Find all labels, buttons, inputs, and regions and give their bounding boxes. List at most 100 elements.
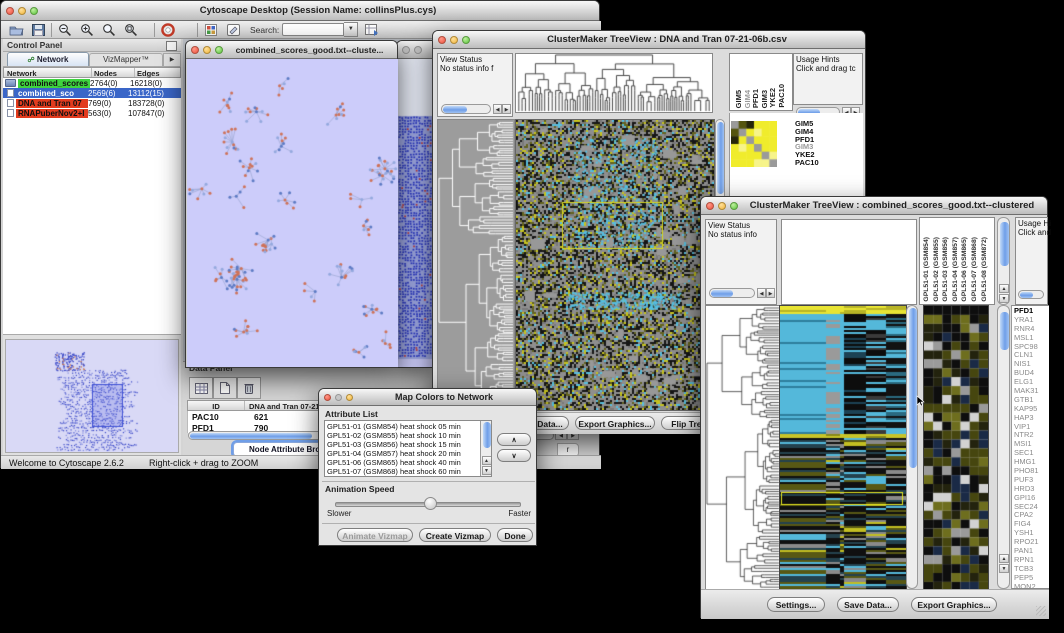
tv1-row-dendrogram[interactable] [437,119,515,411]
save-data-button[interactable]: Save Data... [837,597,899,612]
zoom-button[interactable] [730,202,738,210]
view-status-scrollbar[interactable] [441,104,491,114]
open-folder-icon[interactable] [5,22,27,38]
attribute-list-item[interactable]: GPL51-07 (GSM868) heat shock 60 min [325,467,479,476]
background-window-titlebar[interactable] [397,41,433,59]
network-row[interactable]: RNAPuberNov2+I 563(0) 107847(0) [3,108,181,118]
minimize-button[interactable] [450,36,458,44]
float-panel-icon[interactable] [166,41,177,51]
col-id[interactable]: ID [188,401,245,410]
resize-grip[interactable] [1036,606,1046,616]
tv2-collabel-scrollbar[interactable]: ▲ ▼ [997,217,1010,305]
table-icon[interactable] [189,377,213,399]
tv2-column-tree-area[interactable] [781,219,917,305]
usage-scrollbar[interactable] [1018,290,1044,299]
tv2-heatmap[interactable] [779,305,907,591]
scroll-up-arrow[interactable]: ▲ [999,554,1009,563]
tv1-similarity-matrix[interactable] [731,121,777,167]
attribute-list-item[interactable]: GPL51-03 (GSM856) heat shock 15 min [325,440,479,449]
scroll-up-arrow[interactable]: ▲ [482,456,492,465]
tv1-column-dendrogram[interactable] [515,53,713,113]
scroll-left-arrow[interactable]: ◀ [757,288,766,298]
animate-vizmap-button[interactable]: Animate Vizmap [337,528,413,542]
import-table-icon[interactable] [361,22,383,38]
delete-attribute-icon[interactable] [237,377,261,399]
attribute-list-item[interactable]: GPL51-06 (GSM865) heat shock 40 min [325,458,479,467]
treeview2-titlebar[interactable]: ClusterMaker TreeView : combined_scores_… [701,197,1047,215]
export-graphics-button[interactable]: Export Graphics... [911,597,997,612]
close-button[interactable] [402,46,410,54]
attribute-listbox[interactable]: GPL51-01 (GSM854) heat shock 05 minGPL51… [324,420,492,477]
close-button[interactable] [6,7,14,15]
close-button[interactable] [706,202,714,210]
tab-vizmapper[interactable]: VizMapper™ [89,53,163,66]
attribute-list-item[interactable]: GPL51-02 (GSM855) heat shock 10 min [325,431,479,440]
animation-speed-slider[interactable] [335,502,521,507]
tv2-vscrollbar[interactable] [906,305,918,589]
search-input[interactable] [282,23,344,36]
tv1-heatmap[interactable] [515,119,715,411]
minimize-button[interactable] [18,7,26,15]
search-dropdown-button[interactable]: ▼ [344,22,358,37]
zoom-button[interactable] [346,394,353,401]
export-graphics-button[interactable]: Export Graphics... [575,416,655,430]
dialog-titlebar[interactable]: Map Colors to Network [319,389,536,406]
tv2-gene-scrollbar[interactable]: ▲ ▼ [997,305,1010,589]
zoom-button[interactable] [215,46,223,54]
save-icon[interactable] [27,22,49,38]
network-row[interactable]: combined_sco 2569(6) 13112(15) [3,88,181,98]
network-overview[interactable] [3,335,181,455]
tab-overflow-button[interactable]: ▶ [163,53,181,66]
scroll-right-arrow[interactable]: ▶ [502,104,511,114]
scroll-down-arrow[interactable]: ▼ [999,564,1009,573]
scroll-down-arrow[interactable]: ▼ [482,466,492,475]
tab-network[interactable]: ☍ Network [7,52,89,66]
col-network[interactable]: Network [4,68,92,77]
new-attribute-icon[interactable] [213,377,237,399]
treeview1-titlebar[interactable]: ClusterMaker TreeView : DNA and Tran 07-… [433,31,865,49]
tv2-zoom-heatmap[interactable] [923,305,989,591]
scroll-down-arrow[interactable]: ▼ [999,294,1009,303]
col-edges[interactable]: Edges [135,68,180,77]
dense-network-canvas[interactable] [398,59,434,367]
minimize-button[interactable] [203,46,211,54]
create-vizmap-button[interactable]: Create Vizmap [419,528,491,542]
column-label: GPL51-07 (GSM868) [971,237,978,302]
zoom-button[interactable] [462,36,470,44]
vizmapper-icon[interactable] [200,22,222,38]
scroll-left-arrow[interactable]: ◀ [493,104,502,114]
network-row[interactable]: combined_scores 2764(0) 16218(0) [3,78,181,88]
listbox-scrollbar[interactable]: ▲ ▼ [480,421,491,476]
annotation-icon[interactable] [222,22,244,38]
network-window-titlebar[interactable]: combined_scores_good.txt--cluste... [186,41,397,59]
move-up-button[interactable]: ∧ [497,433,531,446]
attribute-list-item[interactable]: GPL51-04 (GSM857) heat shock 20 min [325,449,479,458]
scroll-right-arrow[interactable]: ▶ [766,288,775,298]
done-button[interactable]: Done [497,528,533,542]
zoom-selected-icon[interactable] [120,22,142,38]
network-canvas[interactable] [187,59,398,367]
col-nodes[interactable]: Nodes [92,68,135,77]
close-button[interactable] [438,36,446,44]
network-row[interactable]: DNA and Tran 07 769(0) 183728(0) [3,98,181,108]
tv2-row-dendrogram[interactable] [705,305,781,591]
zoom-actual-icon[interactable] [98,22,120,38]
view-status-scrollbar[interactable] [709,288,755,298]
zoom-in-icon[interactable] [76,22,98,38]
minimize-button[interactable] [335,394,342,401]
minimize-button[interactable] [718,202,726,210]
minimize-button[interactable] [414,46,422,54]
settings-button[interactable]: Settings... [767,597,825,612]
close-button[interactable] [324,394,331,401]
main-titlebar[interactable]: Cytoscape Desktop (Session Name: collins… [1,1,599,21]
move-down-button[interactable]: ∨ [497,449,531,462]
gene-label: RPN1 [1014,556,1049,565]
close-button[interactable] [191,46,199,54]
scroll-up-arrow[interactable]: ▲ [999,284,1009,293]
slider-thumb[interactable] [424,497,437,510]
help-lifering-icon[interactable] [157,22,179,38]
network-name: combined_sco [16,89,88,98]
zoom-out-icon[interactable] [54,22,76,38]
attribute-list-item[interactable]: GPL51-01 (GSM854) heat shock 05 min [325,422,479,431]
zoom-button[interactable] [30,7,38,15]
